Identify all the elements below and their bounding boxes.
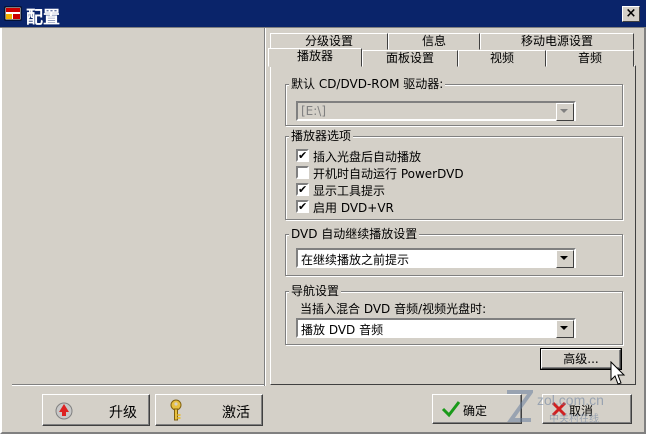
resume-select-value: 在继续播放之前提示	[301, 253, 410, 267]
dvd-vr-checkbox[interactable]: ✔	[296, 200, 309, 213]
key-icon	[170, 399, 182, 421]
tab-player[interactable]: 播放器	[268, 48, 362, 67]
nav-select-value: 播放 DVD 音频	[301, 323, 384, 337]
nav-prompt: 当插入混合 DVD 音频/视频光盘时:	[300, 302, 487, 316]
drive-group-title: 默认 CD/DVD-ROM 驱动器:	[289, 77, 446, 91]
cancel-label: 取消	[569, 404, 594, 418]
close-icon: ×	[625, 6, 637, 21]
drive-select-value: [E:\]	[301, 104, 327, 118]
tab-info-label: 信息	[421, 34, 446, 48]
nav-group-title: 导航设置	[289, 284, 342, 298]
tab-panel-settings-label: 面板设置	[385, 51, 434, 65]
tooltips-checkbox[interactable]: ✔	[296, 183, 309, 196]
nav-select[interactable]: 播放 DVD 音频	[296, 318, 576, 338]
ok-label: 确定	[463, 404, 488, 418]
window-title: 配置	[26, 8, 60, 28]
player-options-title: 播放器选项	[289, 129, 354, 143]
tab-player-label: 播放器	[296, 49, 333, 63]
upgrade-label: 升级	[109, 405, 137, 421]
tab-audio-label: 音频	[577, 51, 602, 65]
mouse-cursor-icon	[610, 361, 626, 385]
chevron-down-icon	[556, 320, 574, 338]
tab-mobile-power-label: 移动电源设置	[520, 34, 593, 48]
advanced-label: 高级...	[563, 352, 599, 366]
tab-video[interactable]: 视频	[458, 50, 546, 67]
check-icon: ✔	[298, 200, 308, 213]
left-panel-divider	[264, 28, 266, 386]
autoplay-label: 插入光盘后自动播放	[313, 150, 422, 164]
app-icon	[4, 6, 22, 21]
tab-info[interactable]: 信息	[388, 33, 480, 50]
resume-group-title: DVD 自动继续播放设置	[289, 227, 420, 241]
close-button[interactable]: ×	[622, 6, 640, 22]
tab-mobile-power[interactable]: 移动电源设置	[480, 33, 634, 50]
chevron-down-icon	[556, 103, 574, 121]
drive-select[interactable]: [E:\]	[296, 101, 576, 121]
tab-audio[interactable]: 音频	[546, 50, 634, 67]
cancel-icon	[551, 401, 567, 417]
ok-button[interactable]: 确定	[432, 394, 522, 424]
advanced-button[interactable]: 高级...	[540, 348, 622, 370]
tab-panel-settings[interactable]: 面板设置	[362, 50, 458, 67]
activate-label: 激活	[222, 405, 250, 421]
check-icon: ✔	[298, 183, 308, 196]
autoplay-checkbox[interactable]: ✔	[296, 149, 309, 162]
check-icon: ✔	[298, 149, 308, 162]
dvd-vr-label: 启用 DVD+VR	[313, 201, 394, 215]
activate-button[interactable]: 激活	[155, 394, 263, 426]
tooltips-label: 显示工具提示	[313, 184, 386, 198]
tab-rating-label: 分级设置	[304, 34, 353, 48]
upgrade-button[interactable]: 升级	[42, 394, 150, 426]
checkmark-icon	[441, 401, 461, 418]
cancel-button[interactable]: 取消	[542, 394, 632, 424]
tab-video-label: 视频	[489, 51, 514, 65]
autostart-checkbox[interactable]	[296, 166, 309, 179]
left-panel-bottom-separator	[12, 384, 264, 386]
chevron-down-icon	[556, 250, 574, 268]
upgrade-icon	[55, 402, 73, 420]
title-bar: 配置 ×	[0, 0, 646, 28]
autostart-label: 开机时自动运行 PowerDVD	[313, 167, 464, 181]
resume-select[interactable]: 在继续播放之前提示	[296, 248, 576, 268]
